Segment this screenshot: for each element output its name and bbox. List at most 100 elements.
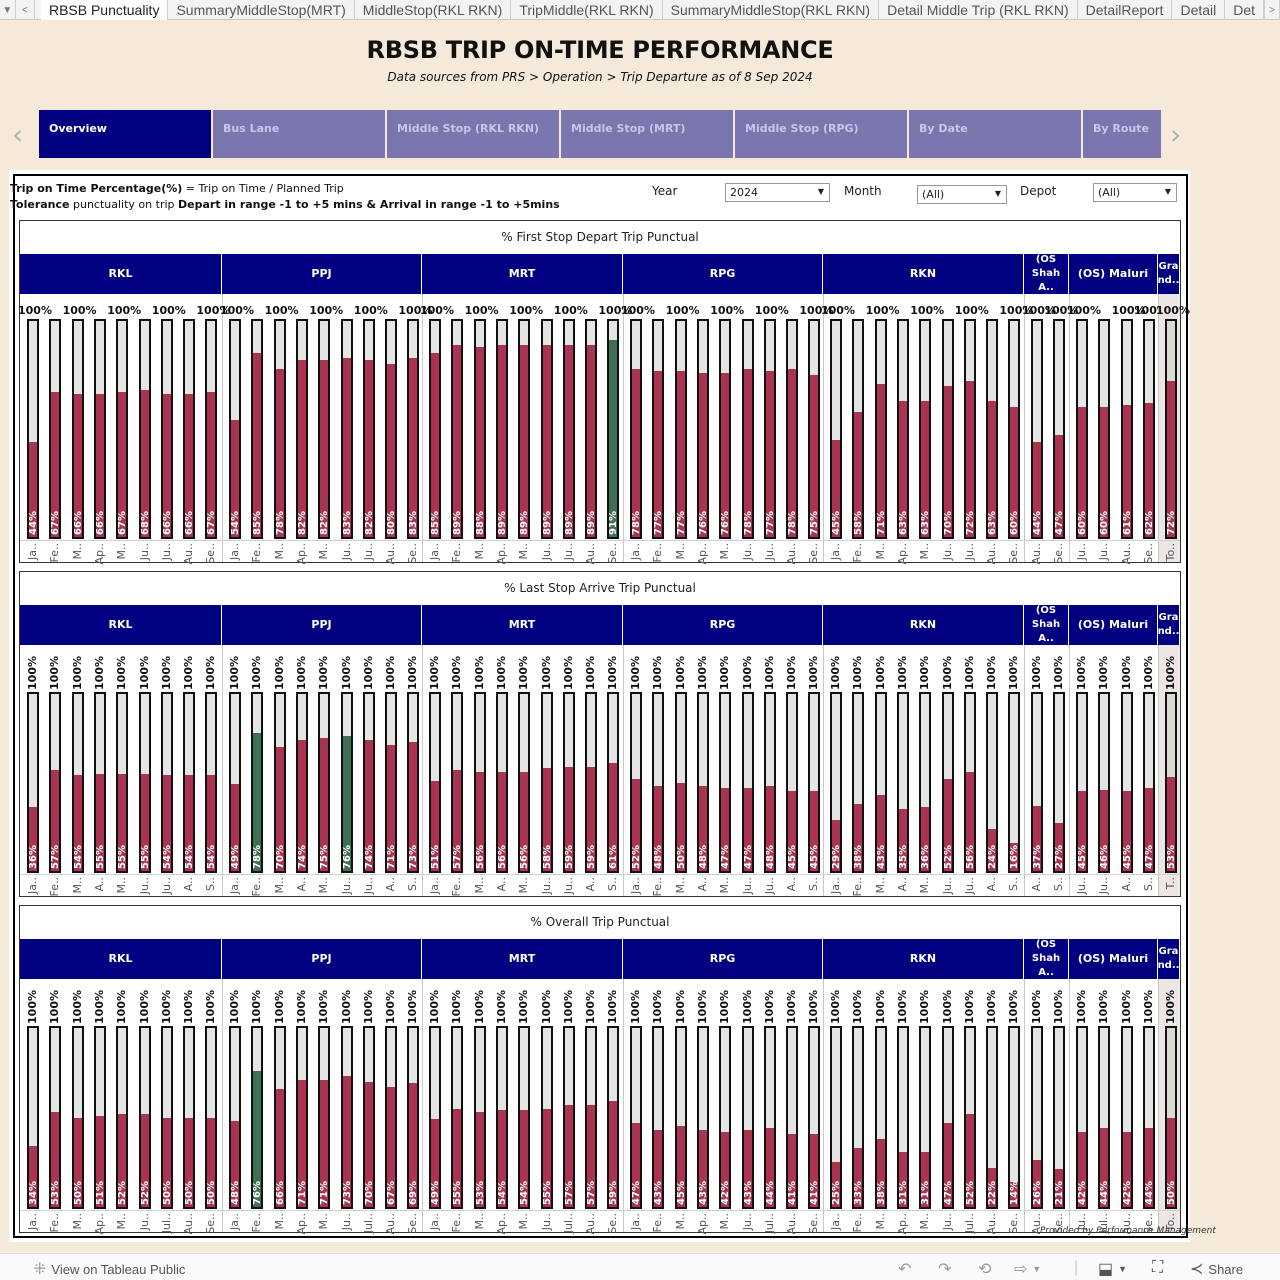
value-label: 57% — [563, 1181, 575, 1205]
x-axis-label: M.. — [472, 877, 486, 894]
sheet-tab[interactable]: Detail Middle Trip (RKL RKN) — [879, 0, 1078, 20]
value-label: 55% — [94, 845, 106, 869]
value-label: 47% — [1054, 511, 1066, 535]
value-label: 52% — [117, 1181, 129, 1205]
value-label: 45% — [787, 845, 799, 869]
tab-scroll-right[interactable]: > — [1264, 0, 1280, 20]
group-divider — [222, 294, 223, 562]
sheet-tab[interactable]: Det — [1225, 0, 1265, 20]
total-label: 100% — [873, 656, 887, 690]
x-axis-label: S.. — [1052, 877, 1066, 891]
x-axis-label: M.. — [472, 543, 486, 560]
value-label: 44% — [1143, 1181, 1155, 1205]
fullscreen-button[interactable]: ⛶ — [1152, 1259, 1163, 1277]
x-axis-label: Se.. — [1007, 1213, 1021, 1234]
nav-button-bus-lane[interactable]: Bus Lane — [213, 110, 385, 158]
x-axis-label: A.. — [92, 877, 106, 892]
bar[interactable] — [453, 344, 462, 537]
definition-tolerance: Tolerance punctuality on trip Depart in … — [10, 198, 560, 211]
value-label: 70% — [942, 511, 954, 535]
total-label: 100% — [851, 990, 865, 1024]
tab-scroll-left[interactable]: < — [16, 0, 35, 20]
group-divider — [1024, 979, 1025, 1232]
value-label: 38% — [853, 845, 865, 869]
bar[interactable] — [475, 346, 484, 537]
bar[interactable] — [520, 344, 529, 537]
year-filter[interactable]: 2024 ▼ — [725, 183, 830, 202]
undo-button[interactable]: ↶ — [898, 1259, 911, 1279]
value-label: 48% — [653, 845, 665, 869]
value-label: 71% — [296, 1181, 308, 1205]
bar[interactable] — [564, 344, 573, 537]
x-axis-label: Fe.. — [450, 1213, 464, 1233]
total-label: 100% — [829, 990, 842, 1024]
nav-button-middle-stop-rkl-rkn[interactable]: Middle Stop (RKL RKN) — [387, 110, 559, 158]
share-button[interactable]: ≺ Share — [1190, 1259, 1243, 1279]
nav-button-by-route[interactable]: By Route — [1083, 110, 1161, 158]
x-axis-label: M.. — [517, 877, 531, 894]
value-label: 66% — [94, 511, 106, 535]
bar[interactable] — [431, 353, 439, 537]
value-label: 66% — [161, 511, 173, 535]
x-axis-label: Ju.. — [940, 1213, 954, 1231]
sheet-tab[interactable]: Detail — [1172, 0, 1226, 20]
total-label: 100% — [228, 656, 241, 690]
value-label: 16% — [1009, 845, 1021, 869]
chart-panel: % Overall Trip Punctual RKL 34% 100% Ja.. 53%… — [19, 905, 1181, 1235]
total-label: 100% — [718, 990, 732, 1024]
x-axis-label: Au.. — [785, 543, 799, 565]
x-axis-label: M.. — [70, 877, 84, 894]
sheet-tab[interactable]: RBSB Punctuality — [40, 0, 169, 20]
month-filter[interactable]: (All) ▼ — [917, 185, 1007, 204]
sheet-tab[interactable]: DetailReport — [1078, 0, 1173, 20]
sheet-tab[interactable]: MiddleStop(RKL RKN) — [355, 0, 512, 20]
bar[interactable] — [253, 353, 262, 537]
view-on-tableau-link[interactable]: ⁜ View on Tableau Public — [33, 1259, 185, 1279]
x-axis-label: M.. — [673, 543, 687, 560]
value-label: 70% — [363, 1181, 375, 1205]
sheet-tab[interactable]: SummaryMiddleStop(RKL RKN) — [663, 0, 880, 20]
group-divider — [1158, 645, 1159, 896]
sheet-tab[interactable]: TripMiddle(RKL RKN) — [511, 0, 663, 20]
nav-button-middle-stop-mrt[interactable]: Middle Stop (MRT) — [561, 110, 733, 158]
bar[interactable] — [587, 344, 596, 537]
bar[interactable] — [609, 340, 618, 537]
nav-button-by-date[interactable]: By Date — [909, 110, 1081, 158]
value-label: 47% — [631, 1181, 642, 1205]
nav-next-icon[interactable]: › — [1170, 118, 1181, 151]
value-label: 78% — [274, 511, 286, 535]
group-header: Gra nd.. — [1158, 254, 1180, 294]
revert-button[interactable]: ⟲ — [978, 1259, 991, 1279]
bar[interactable] — [542, 344, 551, 537]
fullscreen-icon: ⛶ — [1152, 1259, 1164, 1276]
nav-button-middle-stop-rpg[interactable]: Middle Stop (RPG) — [735, 110, 907, 158]
x-axis-label: M.. — [272, 543, 286, 560]
value-label: 61% — [608, 845, 620, 869]
x-axis-label: Ju.. — [339, 1213, 353, 1231]
refresh-button[interactable]: ⇨ ▼ — [1014, 1259, 1041, 1279]
depot-filter[interactable]: (All) ▼ — [1093, 183, 1177, 202]
sheet-tab[interactable]: SummaryMiddleStop(MRT) — [168, 0, 355, 20]
value-label: 53% — [474, 1181, 486, 1205]
nav-button-overview[interactable]: Overview — [39, 110, 211, 158]
value-label: 50% — [184, 1181, 196, 1205]
value-label: 43% — [697, 1181, 709, 1205]
total-label: 100% — [182, 990, 196, 1024]
total-label: 100% — [651, 656, 665, 690]
x-axis-label: Ap.. — [895, 543, 909, 565]
bar[interactable] — [497, 344, 506, 537]
value-label: 56% — [496, 845, 508, 869]
download-button[interactable]: ⬓ ▼ — [1098, 1259, 1127, 1279]
year-label: Year — [652, 184, 678, 198]
nav-prev-icon[interactable]: ‹ — [12, 118, 23, 151]
total-label: 100% — [353, 304, 388, 317]
group-divider — [1069, 294, 1070, 562]
value-label: 74% — [296, 845, 308, 869]
tab-list-dropdown[interactable]: ▼ — [0, 0, 16, 20]
x-axis-label: Ja.. — [629, 543, 642, 560]
x-axis-label: Se.. — [406, 1213, 420, 1234]
redo-button[interactable]: ↷ — [938, 1259, 951, 1279]
value-label: 63% — [920, 511, 932, 535]
value-label: 50% — [72, 1181, 84, 1205]
x-axis-label: Au.. — [584, 543, 598, 565]
